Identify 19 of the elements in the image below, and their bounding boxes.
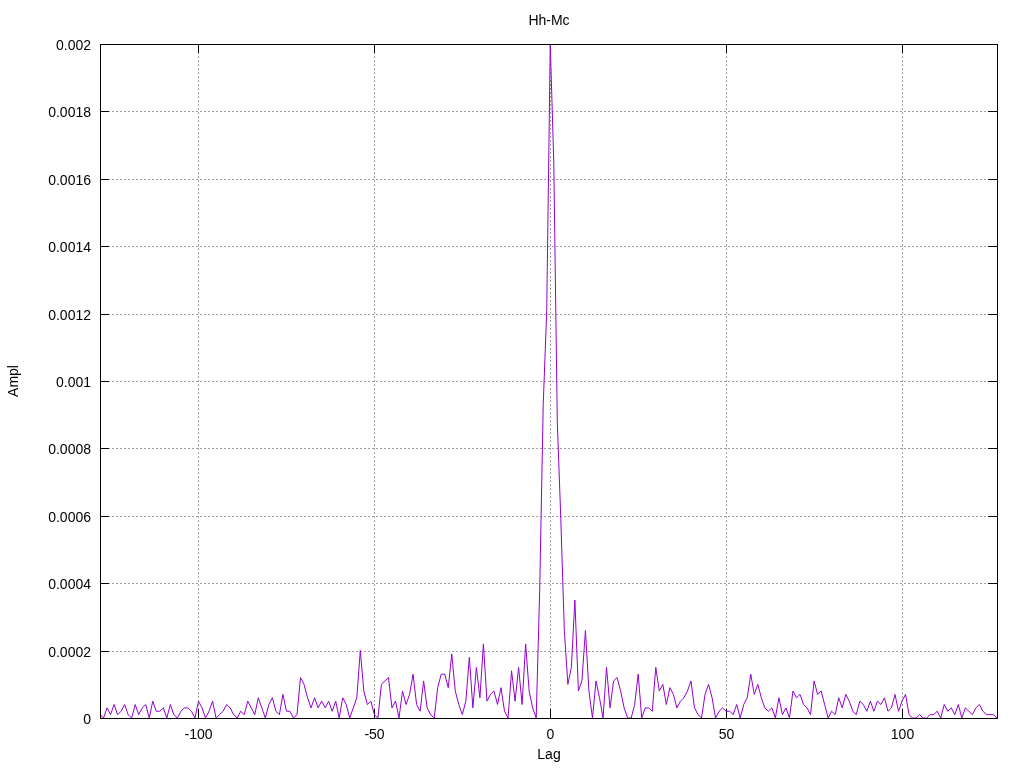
tick-label: 0.0014 [48,238,91,255]
tick-label: 50 [718,726,735,742]
axis-label: Ampl [5,365,21,397]
tick-label: 0.0004 [48,575,91,592]
tick-label: -100 [184,726,213,742]
tick-label: 0.001 [55,373,91,390]
tick-label: 100 [890,726,915,742]
tick-label: -50 [364,726,385,742]
tick-label: 0 [546,726,555,742]
tick-label: 0.0008 [48,440,91,457]
tick-label: 0.0012 [48,306,91,323]
tick-label: 0.0002 [48,643,91,660]
axis-label: Lag [537,746,561,762]
tick-label: 0.0018 [48,103,91,120]
tick-label: 0.0016 [48,171,91,188]
tick-label: 0.002 [55,36,91,53]
tick-label: 0.0006 [48,508,91,525]
chart-title: Hh-Mc [528,12,570,28]
tick-label: 0 [83,710,91,727]
